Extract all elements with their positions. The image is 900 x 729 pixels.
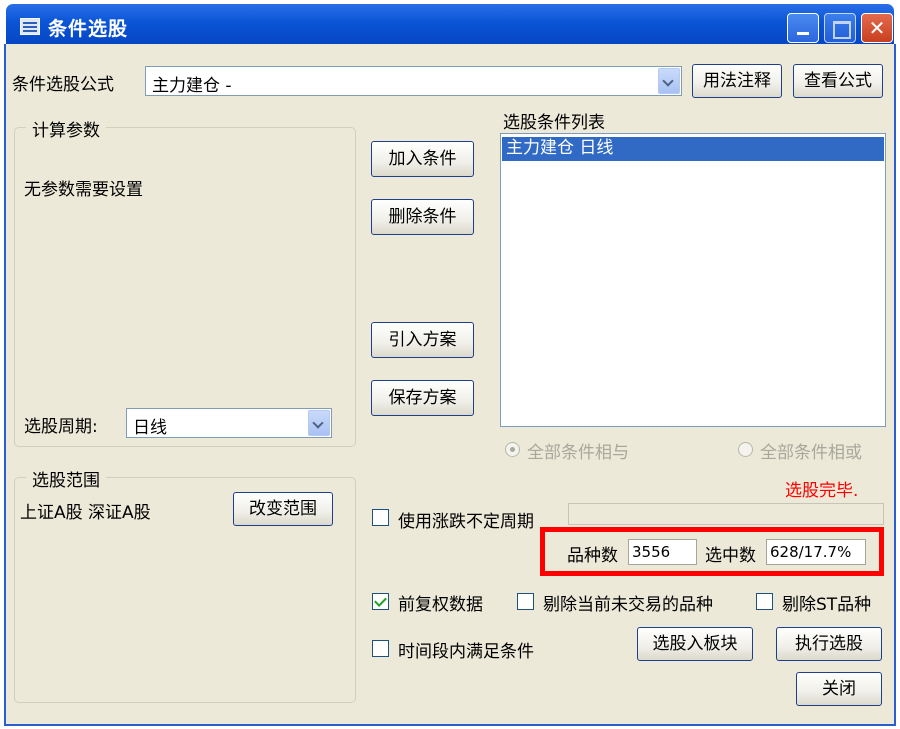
and-radio[interactable] — [505, 442, 520, 457]
unfixed-period-field — [568, 503, 884, 525]
title-bar[interactable]: 条件选股 ✕ — [6, 4, 894, 44]
formula-label: 条件选股公式 — [12, 75, 114, 95]
usage-notes-button[interactable]: 用法注释 — [692, 64, 782, 98]
no-params-message: 无参数需要设置 — [24, 180, 143, 200]
close-icon: ✕ — [868, 16, 886, 40]
conditions-list[interactable]: 主力建仓 日线 — [500, 133, 886, 427]
calc-params-title: 计算参数 — [26, 116, 106, 141]
view-formula-button[interactable]: 查看公式 — [793, 64, 883, 98]
add-to-block-button[interactable]: 选股入板块 — [637, 627, 753, 661]
pre-adjusted-label: 前复权数据 — [398, 595, 483, 615]
unfixed-period-checkbox[interactable] — [372, 509, 389, 526]
save-scheme-button[interactable]: 保存方案 — [371, 380, 474, 416]
count-label: 品种数 — [567, 546, 618, 566]
period-label: 选股周期: — [24, 417, 98, 437]
time-range-label: 时间段内满足条件 — [398, 642, 534, 662]
period-select-value: 日线 — [133, 418, 167, 438]
or-radio[interactable] — [738, 442, 753, 457]
change-scope-button[interactable]: 改变范围 — [233, 492, 333, 526]
time-range-checkbox[interactable] — [372, 640, 389, 657]
add-condition-button[interactable]: 加入条件 — [371, 141, 474, 177]
and-radio-label: 全部条件相与 — [527, 443, 629, 463]
status-text: 选股完毕. — [785, 481, 859, 501]
maximize-button[interactable] — [824, 13, 856, 43]
unfixed-period-label: 使用涨跌不定周期 — [398, 512, 534, 532]
formula-select-value: 主力建仓 - — [152, 76, 232, 96]
close-window-button[interactable]: ✕ — [861, 13, 893, 43]
chevron-down-icon[interactable] — [308, 410, 330, 436]
period-select[interactable]: 日线 — [126, 408, 332, 438]
maximize-icon — [825, 14, 855, 42]
minimize-button[interactable] — [787, 13, 819, 43]
conditions-list-title: 选股条件列表 — [503, 113, 605, 133]
selected-field: 628/17.7% — [766, 539, 866, 565]
exclude-st-label: 剔除ST品种 — [782, 595, 872, 615]
condition-list-item[interactable]: 主力建仓 日线 — [502, 137, 884, 161]
exclude-untraded-label: 剔除当前未交易的品种 — [543, 595, 713, 615]
count-field: 3556 — [628, 539, 697, 565]
close-button[interactable]: 关闭 — [796, 672, 882, 706]
selected-label: 选中数 — [705, 546, 756, 566]
pre-adjusted-checkbox[interactable] — [372, 593, 389, 610]
window-title: 条件选股 — [48, 18, 129, 40]
minimize-icon — [788, 14, 818, 42]
delete-condition-button[interactable]: 删除条件 — [371, 199, 474, 235]
formula-select[interactable]: 主力建仓 - — [145, 66, 682, 96]
scope-title: 选股范围 — [26, 466, 106, 491]
condition-stock-selection-dialog: 条件选股 ✕ 条件选股公式 主力建仓 - 用法注释 查看公式 计算参数 无参数需… — [0, 0, 900, 729]
app-icon — [20, 18, 40, 35]
import-scheme-button[interactable]: 引入方案 — [371, 322, 474, 358]
scope-text: 上证A股 深证A股 — [20, 503, 151, 523]
exclude-untraded-checkbox[interactable] — [517, 593, 534, 610]
exclude-st-checkbox[interactable] — [756, 593, 773, 610]
or-radio-label: 全部条件相或 — [760, 443, 862, 463]
chevron-down-icon[interactable] — [658, 68, 680, 94]
execute-selection-button[interactable]: 执行选股 — [776, 627, 882, 661]
